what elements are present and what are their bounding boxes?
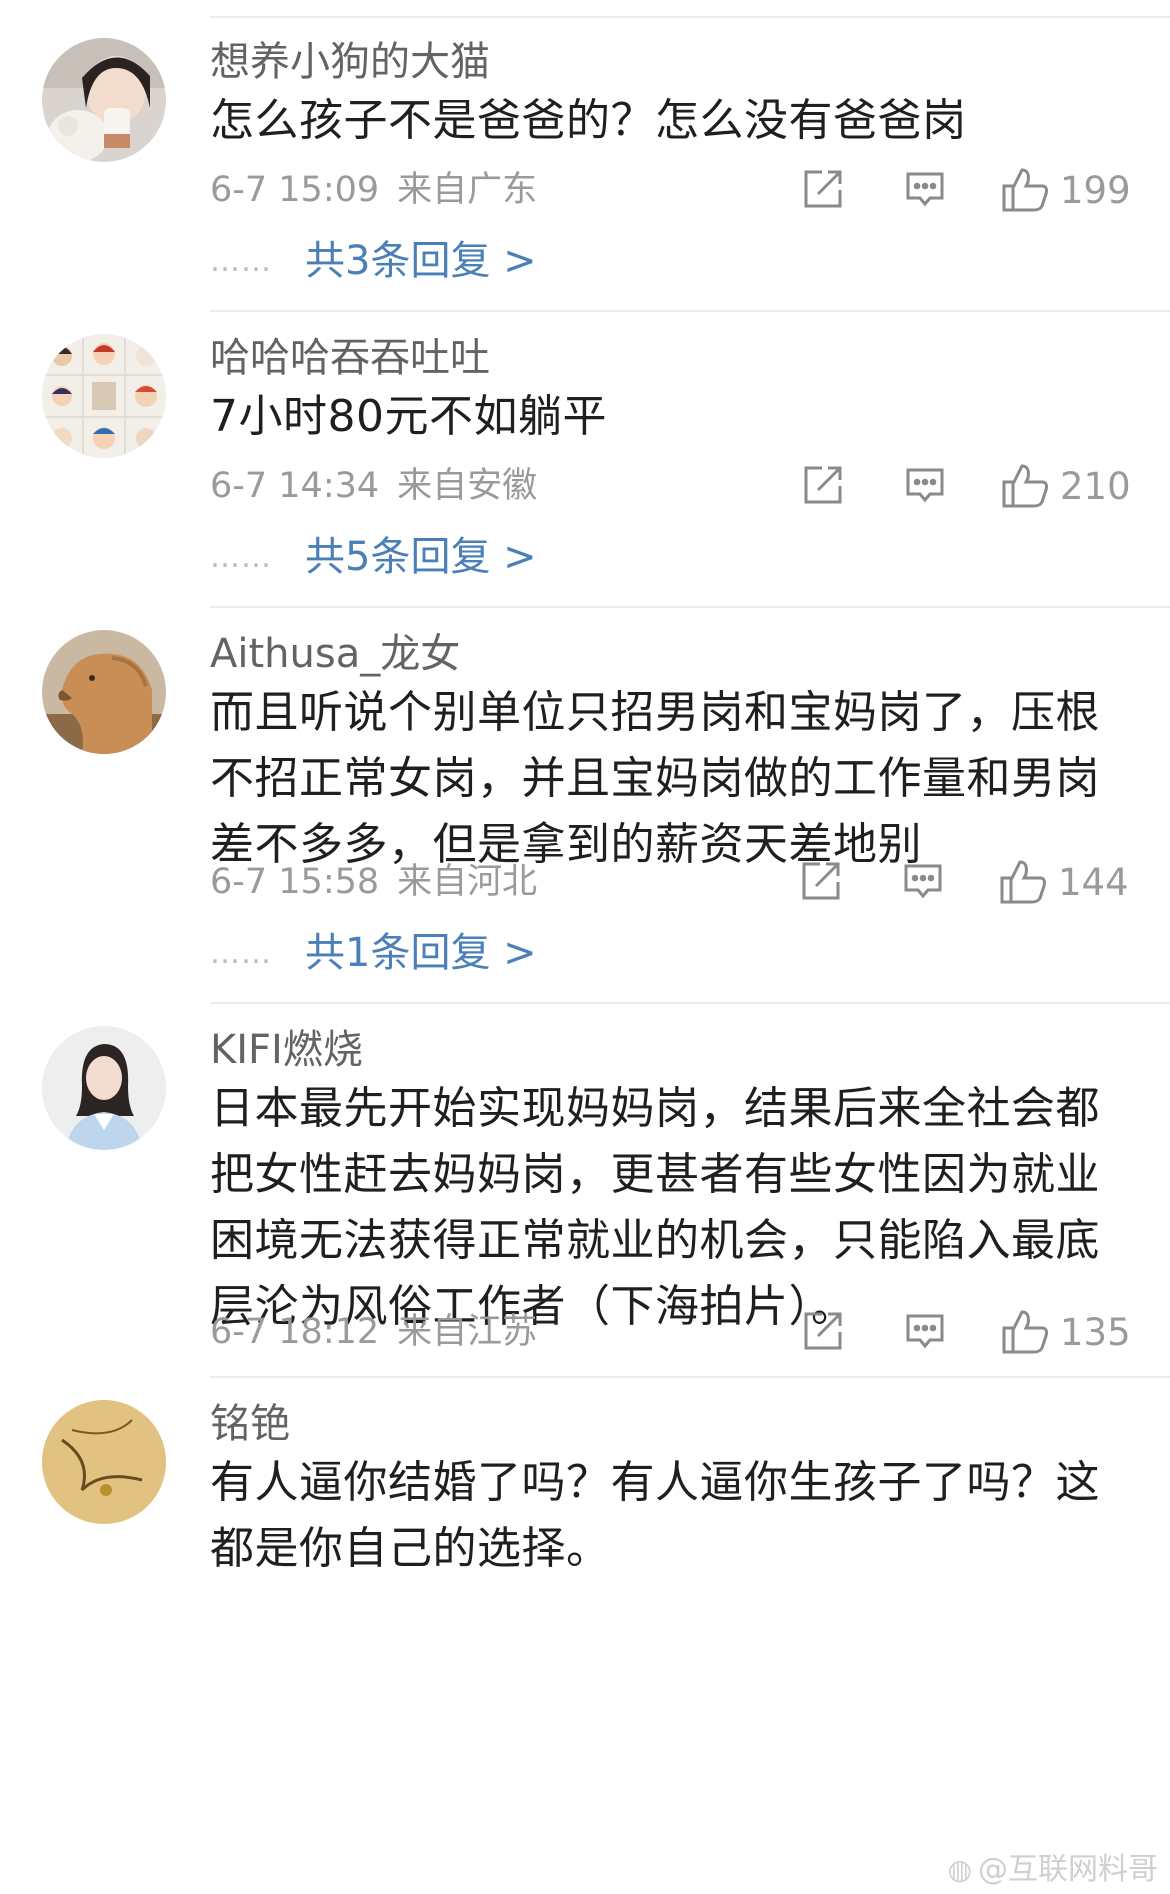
comment-icon — [906, 172, 944, 207]
share-button[interactable] — [800, 1308, 846, 1354]
location: 来自广东 — [397, 170, 538, 210]
comment-text: 7小时80元不如躺平 — [210, 391, 607, 442]
like-count: 144 — [1058, 861, 1129, 904]
reply-button[interactable] — [900, 858, 946, 904]
timestamp: 6-7 15:58 — [210, 862, 380, 902]
comment-text: 而且听说个别单位只招男岗和宝妈岗了，压根不招正常女岗，并且宝妈岗做的工作量和男岗… — [210, 687, 1100, 870]
comment-meta: 6-7 14:34 来自安徽 — [210, 464, 537, 508]
weibo-logo-icon: ◍ — [947, 1853, 972, 1886]
divider — [210, 1002, 1170, 1004]
timestamp: 6-7 15:09 — [210, 170, 380, 210]
username[interactable]: 铭铯 — [210, 1400, 290, 1448]
timestamp: 6-7 18:12 — [210, 1312, 380, 1352]
comment-icon — [906, 468, 944, 503]
username[interactable]: 想养小狗的大猫 — [210, 38, 490, 86]
replies-row: …… 共5条回复 > — [210, 532, 537, 582]
comment-meta: 6-7 18:12 来自江苏 — [210, 1310, 537, 1354]
comment-text: 怎么孩子不是爸爸的？怎么没有爸爸岗 — [210, 95, 967, 146]
comment-meta: 6-7 15:09 来自广东 — [210, 168, 537, 212]
thumbs-up-icon — [1002, 464, 1048, 508]
view-replies-link[interactable]: 共1条回复 > — [305, 928, 537, 978]
thumbs-up-icon — [1000, 860, 1046, 904]
thumbs-up-icon — [1002, 168, 1048, 212]
comment-actions: 199 — [790, 166, 1131, 216]
comment-meta: 6-7 15:58 来自河北 — [210, 860, 537, 904]
comment-icon — [904, 864, 942, 899]
like-count: 135 — [1060, 1311, 1131, 1354]
timestamp: 6-7 14:34 — [210, 466, 380, 506]
divider — [210, 310, 1170, 312]
view-replies-link[interactable]: 共5条回复 > — [305, 532, 537, 582]
replies-dots: …… — [210, 935, 272, 971]
share-icon — [804, 170, 842, 208]
thumbs-up-icon — [1002, 1310, 1048, 1354]
replies-row: …… 共3条回复 > — [210, 236, 537, 286]
location: 来自安徽 — [397, 466, 538, 506]
avatar[interactable] — [42, 630, 166, 754]
replies-dots: …… — [210, 243, 272, 279]
location: 来自江苏 — [397, 1312, 538, 1352]
username[interactable]: 哈哈哈吞吞吐吐 — [210, 334, 490, 382]
top-divider — [210, 16, 1170, 18]
replies-dots: …… — [210, 539, 272, 575]
share-button[interactable] — [800, 166, 846, 212]
like-count: 210 — [1060, 465, 1131, 508]
comment-actions: 135 — [790, 1308, 1131, 1358]
like-count: 199 — [1060, 169, 1131, 212]
reply-button[interactable] — [902, 166, 948, 212]
avatar[interactable] — [42, 38, 166, 162]
share-icon — [804, 1312, 842, 1350]
like-button[interactable] — [1000, 166, 1050, 214]
username[interactable]: KIFI燃烧 — [210, 1026, 363, 1074]
reply-button[interactable] — [902, 1308, 948, 1354]
replies-row: …… 共1条回复 > — [210, 928, 537, 978]
comment-item: 铭铯 有人逼你结婚了吗？有人逼你生孩子了吗？这都是你自己的选择。 — [0, 1362, 1170, 1894]
location: 来自河北 — [397, 862, 538, 902]
reply-button[interactable] — [902, 462, 948, 508]
comment-text: 有人逼你结婚了吗？有人逼你生孩子了吗？这都是你自己的选择。 — [210, 1457, 1100, 1574]
share-icon — [802, 862, 840, 900]
comment-text: 日本最先开始实现妈妈岗，结果后来全社会都把女性赶去妈妈岗，更甚者有些女性因为就业… — [210, 1083, 1100, 1332]
avatar[interactable] — [42, 1400, 166, 1524]
avatar[interactable] — [42, 1026, 166, 1150]
share-icon — [804, 466, 842, 504]
avatar[interactable] — [42, 334, 166, 458]
comment-icon — [906, 1314, 944, 1349]
divider — [210, 606, 1170, 608]
like-button[interactable] — [998, 858, 1048, 906]
username[interactable]: Aithusa_龙女 — [210, 630, 460, 678]
watermark-text: @互联网料哥 — [978, 1852, 1158, 1887]
like-button[interactable] — [1000, 1308, 1050, 1356]
share-button[interactable] — [800, 462, 846, 508]
share-button[interactable] — [798, 858, 844, 904]
comment-actions: 210 — [790, 462, 1131, 512]
comment-actions: 144 — [788, 858, 1129, 908]
view-replies-link[interactable]: 共3条回复 > — [305, 236, 537, 286]
watermark: ◍ @互联网料哥 — [948, 1844, 1158, 1888]
like-button[interactable] — [1000, 462, 1050, 510]
